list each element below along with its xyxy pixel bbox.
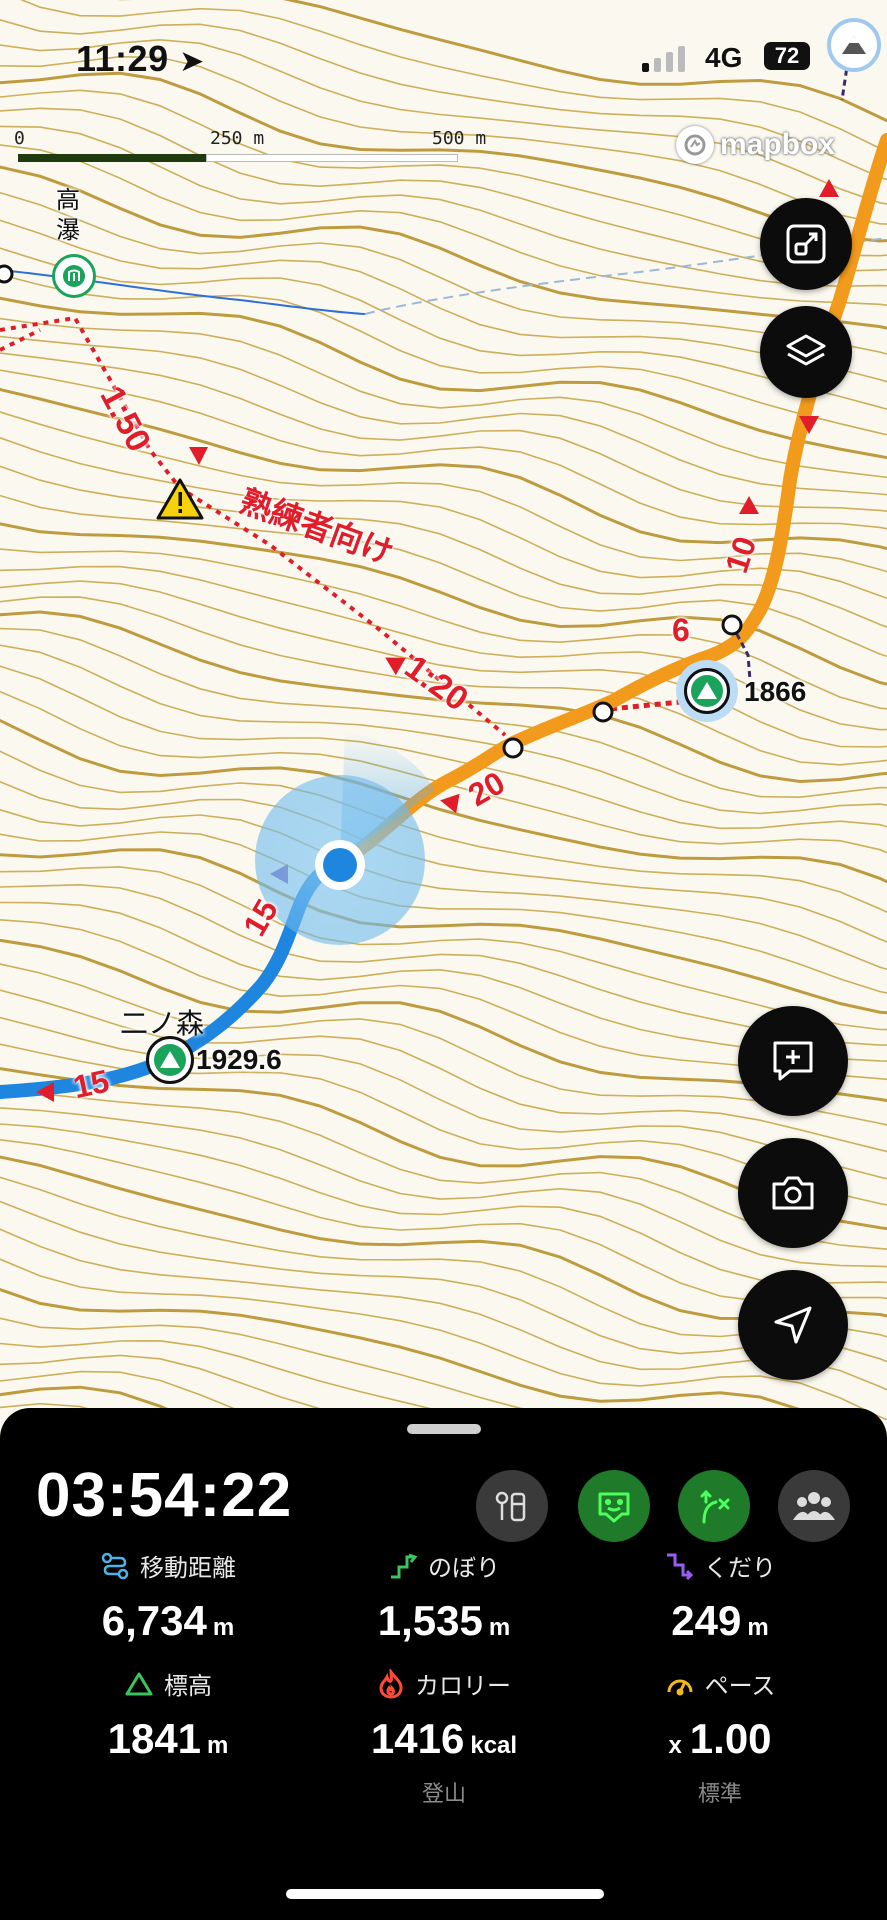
layers-icon [786, 334, 826, 366]
stat-descent: くだり 249 m [580, 1548, 860, 1645]
fit-bounds-button[interactable] [760, 198, 852, 290]
elevation-icon [125, 1672, 153, 1695]
mapbox-attribution[interactable]: mapbox [676, 126, 835, 164]
stat-pace: ペース x 1.00 [580, 1666, 860, 1763]
mountain-icon [154, 1044, 186, 1076]
scale-bar-empty [206, 154, 458, 162]
calorie-mode: 登山 [421, 1781, 466, 1806]
summit-marker-1866[interactable] [676, 660, 738, 722]
route-icon [700, 1489, 730, 1524]
stat-distance: 移動距離 6,734 m [28, 1548, 308, 1645]
battery-indicator: 72 [764, 42, 810, 70]
home-indicator[interactable] [286, 1889, 604, 1899]
network-type: 4G [705, 42, 743, 73]
pace-mode: 標準 [697, 1781, 742, 1806]
gear-settings-button[interactable] [476, 1470, 548, 1542]
waterfall-icon [63, 265, 85, 287]
scale-label-end: 500 m [432, 128, 487, 149]
summit-marker-nonomori[interactable] [146, 1036, 194, 1084]
mapbox-logo-icon [676, 126, 714, 164]
waterfall-marker[interactable] [52, 254, 96, 298]
camera-button[interactable] [738, 1138, 848, 1248]
summit-elevation-nonomori: 1929.6 [196, 1044, 282, 1075]
place-label-waterfall: 高 瀑 [56, 187, 80, 244]
mapbox-text: mapbox [720, 128, 836, 161]
signal-icon [642, 46, 685, 72]
ascent-icon [391, 1553, 418, 1578]
scale-bar-filled [18, 154, 206, 162]
layers-button[interactable] [760, 306, 852, 398]
my-location-button[interactable] [738, 1270, 848, 1380]
add-memo-icon [773, 1041, 813, 1081]
stat-elevation: 標高 1841 m [28, 1666, 308, 1763]
status-time: 11:29 ➤ [76, 38, 205, 79]
summit-name-nonomori: 二ノ森 [120, 1008, 205, 1039]
mountain-icon [842, 36, 866, 54]
add-memo-button[interactable] [738, 1006, 848, 1116]
gear-icon [495, 1491, 526, 1522]
distance-icon [101, 1552, 129, 1579]
map-view[interactable]: 11:29 ➤ 4G 72 0 250 m 500 m mapbox 高 瀑 二… [0, 0, 887, 1420]
face-icon [598, 1492, 630, 1523]
panel-grabber[interactable] [407, 1424, 481, 1434]
descent-icon [667, 1553, 694, 1580]
stat-ascent: のぼり 1,535 m [304, 1548, 584, 1645]
route-number-6: 6 [672, 612, 690, 648]
elapsed-time: 03:54:22 [36, 1461, 293, 1530]
scale-label-mid: 250 m [210, 128, 265, 149]
group-icon [793, 1492, 835, 1520]
location-arrow-icon: ➤ [179, 45, 205, 78]
speedometer-icon [667, 1679, 693, 1695]
stat-calories: カロリー 1416 kcal [304, 1666, 584, 1763]
route-button[interactable] [678, 1470, 750, 1542]
group-button[interactable] [778, 1470, 850, 1542]
activity-panel[interactable]: 03:54:22 移動距離 6,734 m のぼり 1,535 m くだり 249 m… [0, 1408, 887, 1920]
mountain-icon [691, 675, 723, 707]
navigation-arrow-icon [774, 1306, 812, 1344]
warning-icon [156, 478, 204, 520]
fit-bounds-icon [786, 224, 826, 264]
face-button[interactable] [578, 1470, 650, 1542]
summit-elevation-1866: 1866 [744, 676, 807, 707]
camera-icon [772, 1176, 814, 1210]
scale-label-start: 0 [14, 128, 25, 149]
route-number-15-b: 15 [70, 1062, 113, 1106]
status-bar: 11:29 ➤ 4G 72 [0, 0, 887, 110]
summit-marker-top[interactable] [827, 18, 881, 72]
flame-icon [379, 1668, 403, 1699]
